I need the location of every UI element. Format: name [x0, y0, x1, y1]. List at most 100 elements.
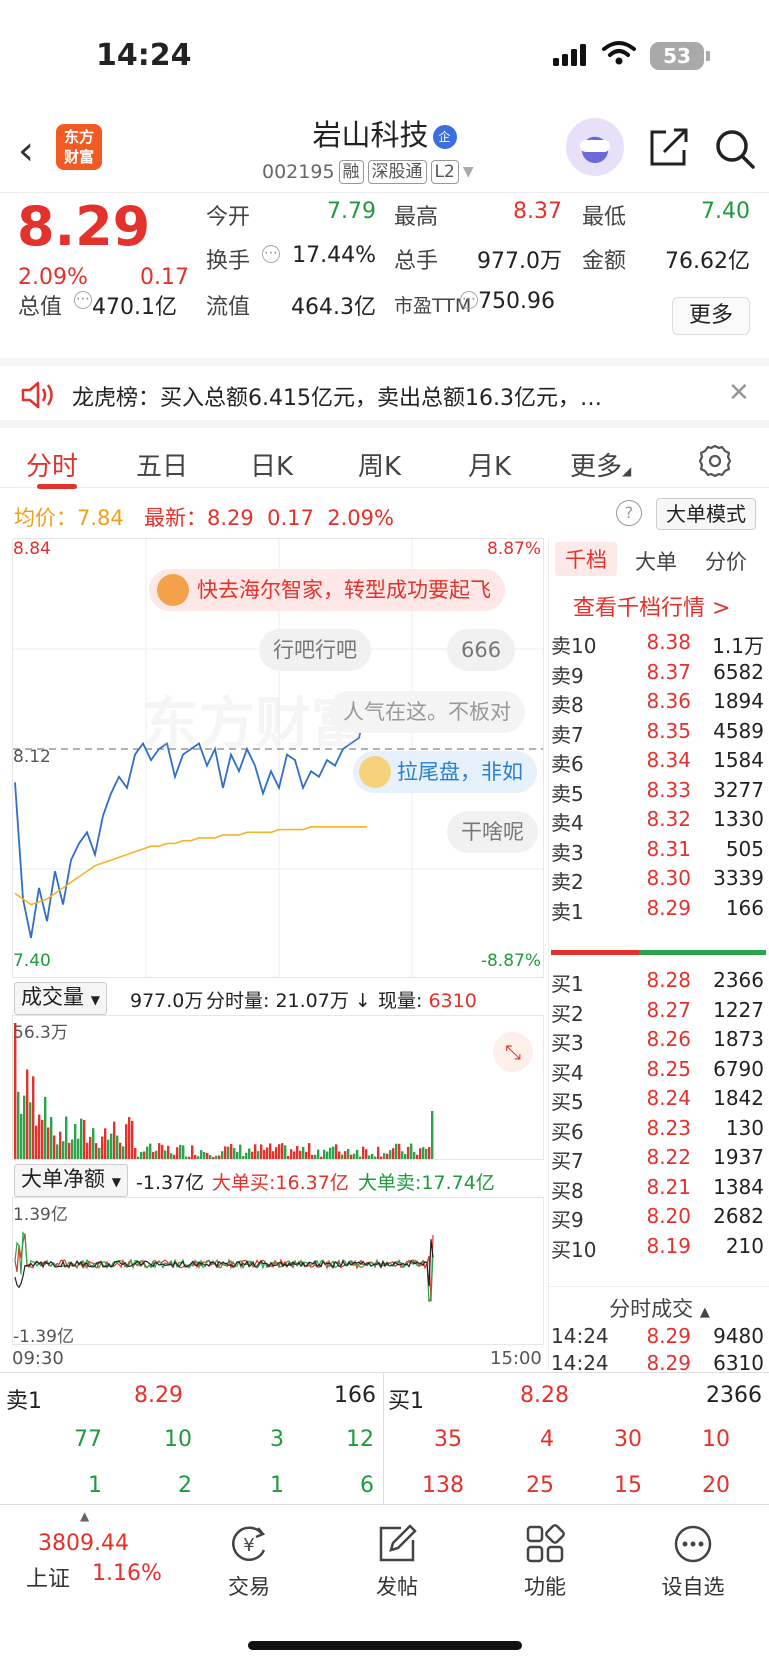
- caret-up-icon: ▲: [80, 1509, 90, 1523]
- more-dots-icon[interactable]: ⋯: [460, 291, 478, 309]
- nav-trade[interactable]: ¥ 交易: [194, 1523, 304, 1601]
- nav-post[interactable]: 发帖: [342, 1523, 452, 1601]
- volume-bar: [212, 1156, 215, 1159]
- comment-bubble[interactable]: 人气在这。不板对: [329, 691, 525, 733]
- view-levels-link[interactable]: 查看千档行情 >: [573, 590, 730, 622]
- bid-row[interactable]: 买3 8.26 1873: [549, 1027, 769, 1058]
- more-button[interactable]: 更多: [672, 297, 750, 335]
- ask-row[interactable]: 卖10 8.38 1.1万: [549, 630, 769, 661]
- ask-row[interactable]: 卖2 8.30 3339: [549, 866, 769, 897]
- volume-bars: [14, 1023, 434, 1159]
- comment-bubble[interactable]: 666: [447, 629, 516, 671]
- comment-bubble[interactable]: 干啥呢: [447, 811, 538, 853]
- chevron-down-icon: ▼: [462, 164, 474, 180]
- ask-row[interactable]: 卖4 8.32 1330: [549, 807, 769, 838]
- indicator-select[interactable]: 成交量 ▼: [14, 982, 107, 1015]
- tab-weekly-k[interactable]: 周K: [358, 446, 401, 483]
- tab-more[interactable]: 更多◢: [570, 446, 631, 483]
- ask-row[interactable]: 卖7 8.35 4589: [549, 719, 769, 750]
- ask-row[interactable]: 卖6 8.34 1584: [549, 748, 769, 779]
- bid-row[interactable]: 买5 8.24 1842: [549, 1086, 769, 1117]
- tab-intraday[interactable]: 分时: [26, 446, 78, 483]
- large-order-mode-button[interactable]: 大单模式: [656, 498, 756, 530]
- tab-five-day[interactable]: 五日: [136, 446, 188, 483]
- more-dots-icon[interactable]: ⋯: [262, 245, 280, 263]
- volume-bar: [362, 1146, 365, 1159]
- amount-label: 金额: [582, 249, 627, 274]
- intraday-chart[interactable]: 东方财富 8.84 8.87% 8.12 7.40 -8.87% 快去海尔智家，…: [12, 538, 544, 978]
- ask-row[interactable]: 卖9 8.37 6582: [549, 660, 769, 691]
- tab-daily-k[interactable]: 日K: [250, 446, 293, 483]
- avg-price: 均价：7.84: [14, 506, 124, 530]
- close-icon[interactable]: ✕: [728, 378, 750, 408]
- bid-row[interactable]: 买2 8.27 1227: [549, 998, 769, 1029]
- volume-bar: [29, 1102, 32, 1159]
- bid-row[interactable]: 买10 8.19 210: [549, 1234, 769, 1265]
- bid-row[interactable]: 买8 8.21 1384: [549, 1175, 769, 1206]
- ask-row[interactable]: 卖3 8.31 505: [549, 837, 769, 868]
- notice-bar[interactable]: 龙虎榜：买入总额6.415亿元，卖出总额16.3亿元，… ✕: [0, 358, 769, 420]
- volume-bar: [260, 1144, 263, 1159]
- level-volume: 1584: [713, 748, 764, 772]
- stock-code-line[interactable]: 002195 融 深股通 L2 ▼: [262, 160, 474, 184]
- volume-bar: [62, 1141, 65, 1159]
- level-price: 8.23: [646, 1115, 691, 1140]
- bid-row[interactable]: 买1 8.28 2366: [549, 968, 769, 999]
- tab-large-orders[interactable]: 大单: [635, 546, 677, 576]
- turnover-value: 17.44%: [292, 243, 376, 268]
- chevron-down-icon: ▼: [90, 993, 100, 1007]
- volume-bar: [254, 1144, 257, 1159]
- divider: [383, 1373, 384, 1505]
- tab-thousand-levels[interactable]: 千档: [555, 542, 617, 576]
- net-indicator-select[interactable]: 大单净额 ▼: [14, 1164, 128, 1197]
- level-volume: 3277: [713, 777, 764, 802]
- bid-row[interactable]: 买4 8.25 6790: [549, 1057, 769, 1088]
- volume-bar: [281, 1143, 284, 1159]
- help-icon[interactable]: ?: [616, 500, 642, 526]
- level-price: 8.34: [646, 748, 691, 772]
- nav-functions[interactable]: 功能: [490, 1523, 600, 1601]
- volume-bar: [305, 1151, 308, 1159]
- bid-row[interactable]: 买6 8.23 130: [549, 1116, 769, 1147]
- level-volume: 2366: [713, 968, 764, 992]
- comment-bubble[interactable]: 拉尾盘，非如: [353, 751, 537, 793]
- bid-row[interactable]: 买9 8.20 2682: [549, 1204, 769, 1235]
- index-pct[interactable]: 1.16%: [92, 1561, 162, 1586]
- gear-icon[interactable]: [698, 444, 732, 478]
- share-icon[interactable]: [648, 128, 690, 168]
- index-value[interactable]: 3809.44: [38, 1531, 129, 1556]
- clock: 14:24: [96, 38, 192, 73]
- volume-bar: [425, 1148, 428, 1159]
- volume-bar: [86, 1142, 89, 1159]
- home-indicator: [248, 1641, 522, 1650]
- ai-assistant-icon[interactable]: [566, 118, 624, 176]
- bid-row[interactable]: 买7 8.22 1937: [549, 1145, 769, 1176]
- nav-add-watchlist[interactable]: 设自选: [638, 1523, 748, 1601]
- comment-bubble[interactable]: 快去海尔智家，转型成功要起飞: [149, 569, 505, 611]
- ask-row[interactable]: 卖5 8.33 3277: [549, 778, 769, 809]
- search-icon[interactable]: [714, 128, 756, 170]
- ask-row[interactable]: 卖8 8.36 1894: [549, 689, 769, 720]
- level-volume: 6582: [713, 659, 764, 684]
- order-book: 千档 大单 分价 查看千档行情 > 卖10 8.38 1.1万 卖9 8.37 6582 卖…: [548, 538, 769, 1375]
- comment-bubble[interactable]: 行吧行吧: [259, 629, 371, 671]
- chart-info-line: 均价：7.84 最新：8.29 0.17 2.09% ? 大单模式: [0, 496, 769, 534]
- tab-price-dist[interactable]: 分价: [705, 546, 747, 576]
- queue-count: 6: [360, 1473, 374, 1498]
- level-label: 买4: [551, 1060, 584, 1085]
- level-price: 8.27: [646, 997, 691, 1022]
- volume-panel: 56.3万 ⤡: [12, 1015, 544, 1160]
- tab-monthly-k[interactable]: 月K: [468, 446, 511, 483]
- volume-bar: [407, 1146, 410, 1159]
- volume-bar: [269, 1143, 272, 1159]
- volume-bar: [197, 1156, 200, 1159]
- queue-count: 2: [178, 1473, 192, 1498]
- trades-header[interactable]: 分时成交 ▲: [549, 1286, 769, 1323]
- index-name[interactable]: 上证: [26, 1561, 70, 1593]
- more-dots-icon[interactable]: ⋯: [74, 291, 92, 309]
- volume-bar: [347, 1149, 350, 1159]
- level-price: 8.24: [646, 1086, 691, 1110]
- expand-icon[interactable]: ⤡: [493, 1032, 533, 1072]
- ask-row[interactable]: 卖1 8.29 166: [549, 896, 769, 927]
- queue-count: 25: [526, 1473, 554, 1498]
